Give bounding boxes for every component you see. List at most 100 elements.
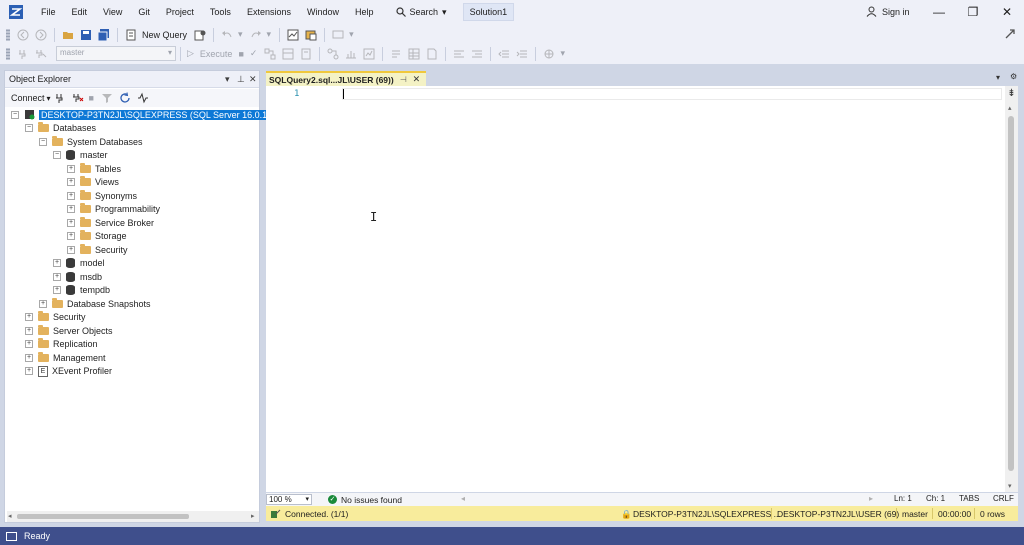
results-to-text-icon[interactable] xyxy=(390,48,402,60)
query-designer-icon[interactable] xyxy=(282,48,294,60)
tree-node-management[interactable]: + Management xyxy=(25,351,106,364)
solution-name-badge[interactable]: Solution1 xyxy=(462,3,515,21)
scroll-left-icon[interactable]: ◂ xyxy=(461,494,465,503)
menu-window[interactable]: Window xyxy=(299,7,347,17)
expand-icon[interactable]: + xyxy=(67,245,75,254)
forward-icon[interactable] xyxy=(35,29,47,41)
new-query-button[interactable]: New Query xyxy=(142,30,187,40)
activity-monitor-icon[interactable] xyxy=(137,92,149,104)
minimize-button[interactable]: — xyxy=(922,0,956,24)
tree-node-replication[interactable]: + Replication xyxy=(25,338,98,351)
save-icon[interactable] xyxy=(80,29,92,41)
expand-icon[interactable]: + xyxy=(67,178,75,186)
tree-node-databases[interactable]: − Databases xyxy=(25,122,96,135)
menu-file[interactable]: File xyxy=(33,7,64,17)
expand-icon[interactable]: + xyxy=(25,353,33,362)
scroll-down-icon[interactable]: ▾ xyxy=(1008,482,1012,490)
client-statistics-icon[interactable] xyxy=(363,48,375,60)
restore-button[interactable]: ❐ xyxy=(956,0,990,24)
query-editor[interactable]: 1 I xyxy=(266,86,1018,492)
expand-icon[interactable]: + xyxy=(53,286,61,294)
zoom-select[interactable]: 100 % xyxy=(266,494,312,505)
tree-node-programmability[interactable]: + Programmability xyxy=(67,203,160,216)
stop-icon[interactable]: ■ xyxy=(238,49,243,59)
menu-extensions[interactable]: Extensions xyxy=(239,7,299,17)
available-databases-select[interactable]: master xyxy=(56,46,176,61)
settings-gear-icon[interactable]: ⚙ xyxy=(1010,72,1017,81)
tree-node-msdb[interactable]: + msdb xyxy=(53,270,102,283)
tree-node-system-databases[interactable]: − System Databases xyxy=(39,135,143,148)
redo-icon[interactable] xyxy=(250,29,262,41)
close-window-button[interactable]: ✕ xyxy=(990,0,1024,24)
expand-icon[interactable]: + xyxy=(39,299,47,308)
query-options-icon[interactable] xyxy=(300,48,312,60)
live-query-stats-icon[interactable] xyxy=(345,48,357,60)
tree-node-server[interactable]: − DESKTOP-P3TN2JL\SQLEXPRESS (SQL Server… xyxy=(11,108,299,121)
menu-help[interactable]: Help xyxy=(347,7,382,17)
results-to-grid-icon[interactable] xyxy=(408,48,420,60)
disconnect-icon[interactable] xyxy=(72,92,84,104)
menu-edit[interactable]: Edit xyxy=(64,7,96,17)
tree-node-server-objects[interactable]: + Server Objects xyxy=(25,324,113,337)
close-icon[interactable]: ✕ xyxy=(249,74,257,85)
specify-template-values-icon[interactable] xyxy=(543,48,555,60)
execute-button[interactable]: Execute xyxy=(200,49,233,59)
scroll-right-icon[interactable]: ▸ xyxy=(869,494,873,503)
activity-monitor-icon[interactable] xyxy=(287,29,299,41)
undo-icon[interactable] xyxy=(221,29,233,41)
properties-icon[interactable] xyxy=(305,29,317,41)
horizontal-scrollbar[interactable]: ◂ ▸ xyxy=(7,511,259,522)
collapse-icon[interactable]: − xyxy=(11,110,19,119)
scroll-right-icon[interactable]: ▸ xyxy=(251,512,255,520)
connect-icon[interactable] xyxy=(17,48,29,60)
collapse-icon[interactable]: − xyxy=(39,137,47,146)
menu-view[interactable]: View xyxy=(95,7,130,17)
comment-out-icon[interactable] xyxy=(453,48,465,60)
editor-vertical-scrollbar[interactable]: ⇟ ▴ ▾ xyxy=(1005,86,1018,492)
menu-project[interactable]: Project xyxy=(158,7,202,17)
tree-node-master-security[interactable]: + Security xyxy=(67,243,128,256)
back-icon[interactable] xyxy=(17,29,29,41)
collapse-icon[interactable]: − xyxy=(53,151,61,159)
pin-icon[interactable]: ⊣ xyxy=(400,75,407,84)
decrease-indent-icon[interactable] xyxy=(498,48,510,60)
expand-icon[interactable]: + xyxy=(67,218,75,227)
undo-dropdown-icon[interactable]: ▾ xyxy=(238,29,243,40)
search-menu[interactable]: Search ▾ xyxy=(390,7,453,18)
results-to-file-icon[interactable] xyxy=(426,48,438,60)
toolbar-grip[interactable] xyxy=(6,28,10,41)
expand-icon[interactable]: + xyxy=(67,205,75,213)
expand-icon[interactable]: + xyxy=(53,259,61,267)
sign-in-button[interactable]: Sign in xyxy=(866,6,910,17)
save-all-icon[interactable] xyxy=(98,28,110,41)
tree-node-service-broker[interactable]: + Service Broker xyxy=(67,216,154,229)
live-share-icon[interactable] xyxy=(1004,28,1016,42)
indent-mode-indicator[interactable]: TABS xyxy=(959,494,979,503)
connect-object-explorer-icon[interactable] xyxy=(54,92,66,104)
tree-node-security[interactable]: + Security xyxy=(25,311,86,324)
menu-git[interactable]: Git xyxy=(130,7,158,17)
redo-dropdown-icon[interactable]: ▾ xyxy=(267,29,272,40)
parse-icon[interactable]: ✓ xyxy=(250,48,258,59)
expand-icon[interactable]: + xyxy=(25,340,33,348)
tree-node-master[interactable]: − master xyxy=(53,149,108,162)
tab-sqlquery2[interactable]: SQLQuery2.sql...JL\USER (69)) ⊣ ✕ xyxy=(266,71,426,86)
change-connection-icon[interactable] xyxy=(35,48,47,60)
uncomment-icon[interactable] xyxy=(471,48,483,60)
open-folder-icon[interactable] xyxy=(62,29,74,41)
tree-node-tempdb[interactable]: + tempdb xyxy=(53,284,110,297)
scrollbar-thumb[interactable] xyxy=(1008,116,1014,471)
tree-node-database-snapshots[interactable]: + Database Snapshots xyxy=(39,297,151,310)
filter-icon[interactable] xyxy=(101,92,113,104)
line-ending-indicator[interactable]: CRLF xyxy=(993,494,1014,503)
tab-list-dropdown-icon[interactable]: ▾ xyxy=(996,73,1000,82)
connect-button[interactable]: Connect xyxy=(11,93,45,103)
tree-node-xevent-profiler[interactable]: + E XEvent Profiler xyxy=(25,365,112,378)
issues-status[interactable]: No issues found xyxy=(341,495,402,505)
increase-indent-icon[interactable] xyxy=(516,48,528,60)
close-tab-icon[interactable]: ✕ xyxy=(413,74,421,85)
expand-icon[interactable]: + xyxy=(25,367,33,375)
connect-dropdown-icon[interactable]: ▾ xyxy=(47,94,51,103)
scroll-left-icon[interactable]: ◂ xyxy=(8,512,12,520)
expand-icon[interactable]: + xyxy=(67,232,75,240)
